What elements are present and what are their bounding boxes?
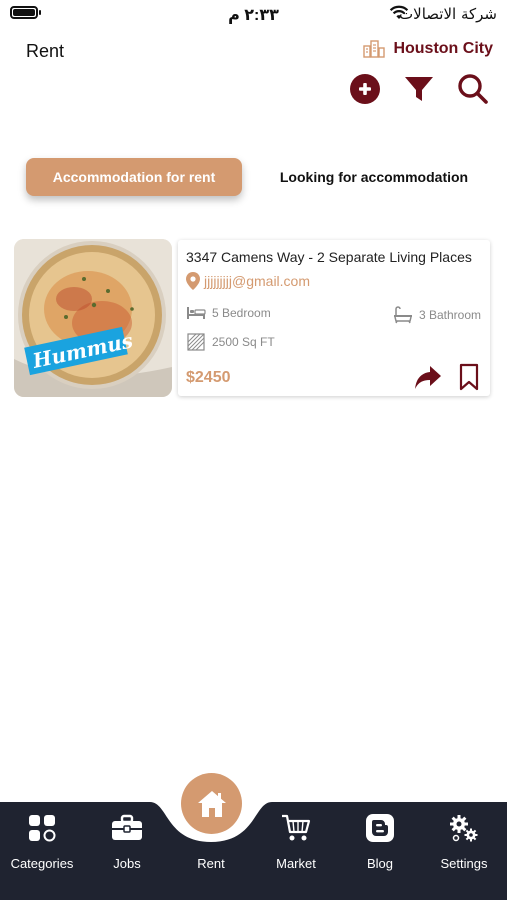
nav-label-jobs: Jobs [113,856,141,871]
bathtub-icon [393,306,412,324]
gears-icon [448,812,480,844]
nav-label-market: Market [276,856,316,871]
bedroom-spec: 5 Bedroom [186,306,271,320]
nav-label-blog: Blog [366,856,394,871]
listing-price: $2450 [186,369,231,386]
filter-button[interactable] [403,73,435,105]
listing-details[interactable]: 3347 Camens Way - 2 Separate Living Plac… [178,240,490,396]
city-buildings-icon [363,40,386,58]
listing-title: 3347 Camens Way - 2 Separate Living Plac… [186,249,472,265]
bottom-nav: Categories Jobs Market Blog Settings [0,802,507,900]
header-actions [349,73,489,105]
carrier-name: شركة الاتصالات [399,5,497,23]
blogger-icon [364,812,396,844]
nav-label-categories: Categories [10,856,74,871]
nav-blog[interactable]: Blog [338,812,422,871]
nav-jobs[interactable]: Jobs [85,812,169,871]
grid-icon [26,812,58,844]
nav-rent-home-button[interactable] [181,773,242,834]
briefcase-icon [111,812,143,844]
magnifier-icon [458,74,488,104]
plus-circle-icon [350,74,380,104]
listing-contact: jjjjjjjjj@gmail.com [186,272,310,290]
add-listing-button[interactable] [349,73,381,105]
cart-icon [280,812,312,844]
funnel-icon [405,77,433,101]
hummus-bowl-image [14,239,172,397]
nav-market[interactable]: Market [254,812,338,871]
bookmark-icon[interactable] [458,363,480,391]
page-title: Rent [26,41,65,61]
bathroom-spec: 3 Bathroom [393,306,481,324]
area-spec: 2500 Sq FT [186,333,275,351]
nav-categories[interactable]: Categories [0,812,84,871]
bed-icon [187,307,206,319]
nav-label-rent: Rent [197,856,225,871]
listing-card[interactable]: Hummus 3347 Camens Way - 2 Separate Livi… [14,239,490,397]
listing-email: jjjjjjjjj@gmail.com [204,273,310,289]
bedroom-count: 5 Bedroom [212,306,271,320]
area-icon [187,333,205,351]
location-pin-icon [186,272,200,290]
listing-photo[interactable]: Hummus [14,239,172,397]
bathroom-count: 3 Bathroom [418,308,481,322]
tab-accommodation-for-rent[interactable]: Accommodation for rent [26,158,242,196]
city-selector[interactable]: Houston City [363,40,493,58]
nav-label-settings: Settings [440,856,488,871]
search-button[interactable] [457,73,489,105]
status-bar: ٢:٣٣ م شركة الاتصالات [0,0,507,30]
share-icon[interactable] [414,364,442,390]
city-name: Houston City [393,40,493,57]
nav-settings[interactable]: Settings [422,812,506,871]
area-size: 2500 Sq FT [212,335,275,349]
tab-looking-for-accommodation[interactable]: Looking for accommodation [262,158,486,196]
home-icon [197,790,226,817]
